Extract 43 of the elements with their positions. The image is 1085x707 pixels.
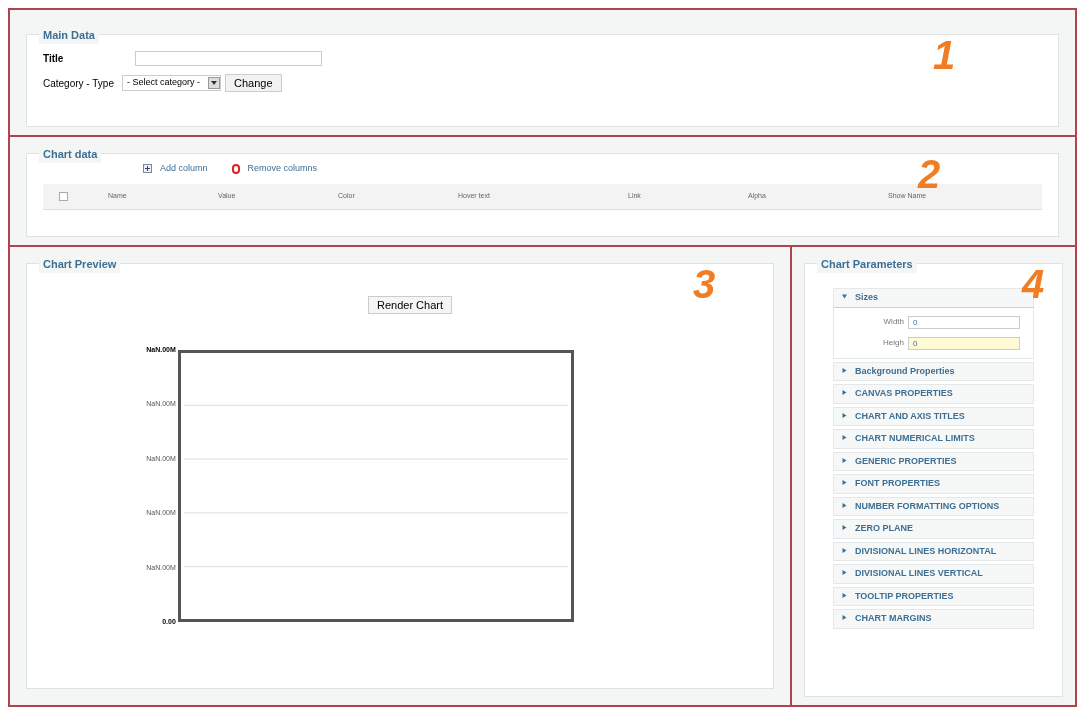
category-label: Category - Type <box>43 76 114 91</box>
field-label: Heigh <box>882 337 904 349</box>
accordion-header[interactable]: GENERIC PROPERTIES <box>833 451 1034 471</box>
caret-icon <box>842 435 847 440</box>
caret-icon <box>842 367 847 373</box>
select-all-checkbox[interactable] <box>59 191 68 201</box>
accordion-header[interactable]: TOOLTIP PROPERTIES <box>833 586 1034 606</box>
caret-icon <box>842 592 847 598</box>
remove-icon <box>231 163 240 174</box>
accordion-header[interactable]: NUMBER FORMATTING OPTIONS <box>833 496 1034 516</box>
add-column-button[interactable]: Add column <box>143 162 208 176</box>
accordion-header[interactable]: DIVISIONAL LINES VERTICAL <box>833 564 1034 584</box>
caret-icon <box>842 525 847 530</box>
caret-icon <box>842 480 847 485</box>
accordion-header[interactable]: CHART MARGINS <box>833 609 1034 629</box>
section-number: 1 <box>933 35 956 75</box>
change-button[interactable]: Change <box>225 74 282 92</box>
size-input[interactable]: 0 <box>908 315 1020 329</box>
plus-icon <box>143 164 152 174</box>
section-number: 2 <box>918 154 941 194</box>
title-label: Title <box>43 52 65 66</box>
accordion-header[interactable]: CANVAS PROPERTIES <box>833 384 1034 404</box>
caret-icon <box>842 457 847 463</box>
caret-icon <box>842 390 847 395</box>
category-select[interactable]: - Select category - <box>121 75 221 91</box>
caret-icon <box>842 615 847 620</box>
accordion-header[interactable]: FONT PROPERTIES <box>833 474 1034 494</box>
title-input[interactable] <box>135 51 322 66</box>
render-chart-button[interactable]: Render Chart <box>367 296 452 314</box>
accordion-header[interactable]: Background Properties <box>833 361 1034 381</box>
caret-icon <box>842 570 847 575</box>
caret-icon <box>842 502 847 508</box>
field-label: Width <box>882 316 904 328</box>
accordion-header[interactable]: ZERO PLANE <box>833 519 1034 539</box>
accordion-header[interactable]: CHART AND AXIS TITLES <box>833 406 1034 426</box>
accordion-header[interactable]: CHART NUMERICAL LIMITS <box>833 429 1034 449</box>
accordion-header[interactable]: DIVISIONAL LINES HORIZONTAL <box>833 541 1034 561</box>
section-number: 3 <box>693 264 716 304</box>
caret-icon <box>842 547 847 553</box>
caret-icon <box>842 412 847 418</box>
caret-icon <box>842 294 847 299</box>
size-input[interactable]: 0 <box>908 336 1020 350</box>
remove-columns-button[interactable]: Remove columns <box>231 162 318 176</box>
